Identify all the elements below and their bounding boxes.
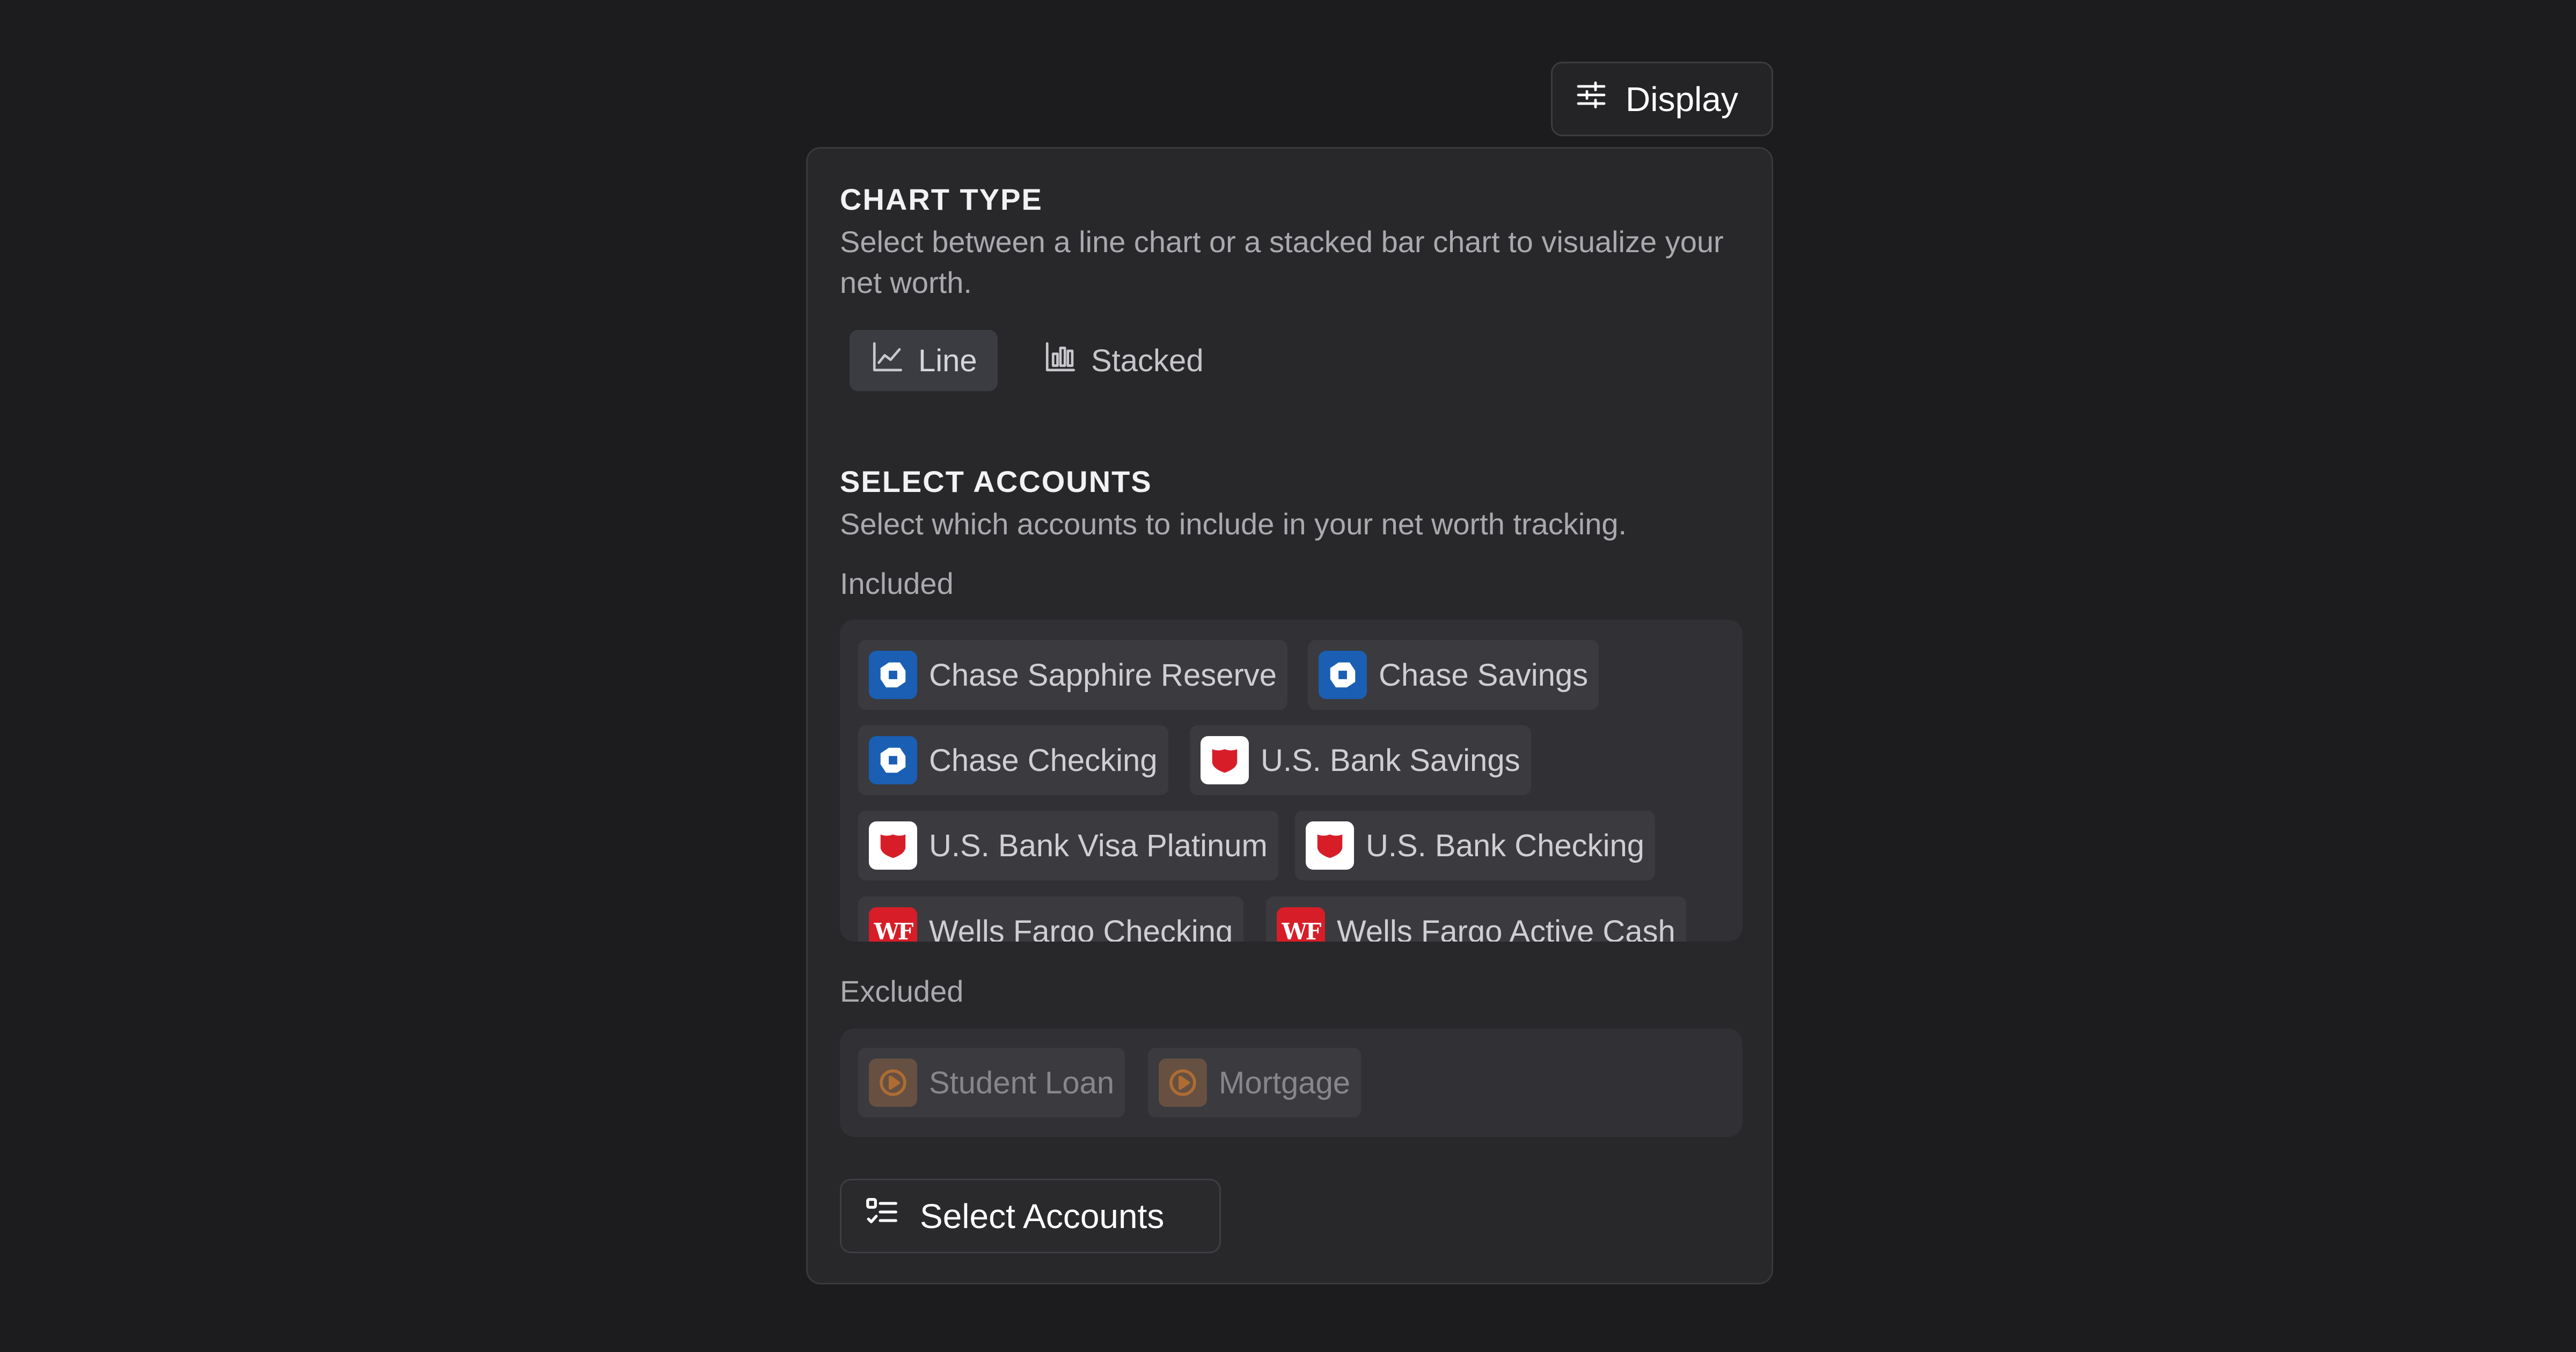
account-chip-wells-fargo-active-cash[interactable]: WF Wells Fargo Active Cash [1266,897,1686,942]
account-chip-mortgage[interactable]: Mortgage [1148,1048,1362,1118]
chart-type-line-option[interactable]: Line [850,330,998,391]
chart-type-title: CHART TYPE [840,182,1043,216]
account-chip-wells-fargo-checking[interactable]: WF Wells Fargo Checking [858,897,1244,942]
account-chip-us-bank-visa-platinum[interactable]: U.S. Bank Visa Platinum [858,811,1278,880]
included-accounts-list[interactable]: Chase Sapphire Reserve Chase Savings Cha… [840,620,1743,942]
display-button[interactable]: Display [1551,62,1773,136]
account-chip-us-bank-checking[interactable]: U.S. Bank Checking [1295,811,1656,880]
account-chip-label: Wells Fargo Active Cash [1337,914,1675,942]
page-root: Display CHART TYPE Select between a line… [0,0,2576,1352]
account-chip-label: U.S. Bank Visa Platinum [929,828,1268,863]
included-label: Included [840,567,954,600]
account-chip-label: Wells Fargo Checking [929,914,1233,942]
us-bank-shield-icon [1201,736,1249,784]
wells-fargo-logo-icon: WF [1277,907,1325,942]
select-accounts-button[interactable]: Select Accounts [840,1179,1221,1253]
wells-fargo-logo-icon: WF [869,907,917,942]
line-option-label: Line [918,343,977,378]
us-bank-shield-icon [869,821,917,870]
chart-type-description: Select between a line chart or a stacked… [840,225,1724,299]
chart-type-stacked-option[interactable]: Stacked [1022,330,1224,391]
select-accounts-title: SELECT ACCOUNTS [840,465,1152,498]
select-accounts-button-label: Select Accounts [920,1196,1165,1236]
account-chip-chase-sapphire-reserve[interactable]: Chase Sapphire Reserve [858,640,1288,710]
account-chip-us-bank-savings[interactable]: U.S. Bank Savings [1190,725,1531,795]
account-chip-chase-checking[interactable]: Chase Checking [858,725,1168,795]
stacked-option-label: Stacked [1091,343,1204,378]
account-chip-student-loan[interactable]: Student Loan [858,1048,1125,1118]
display-button-label: Display [1626,79,1738,119]
account-chip-label: Chase Checking [929,743,1158,778]
bar-chart-icon [1043,339,1078,382]
display-options-panel: CHART TYPE Select between a line chart o… [806,147,1773,1284]
play-logo-icon [869,1059,917,1107]
excluded-accounts-list[interactable]: Student Loan Mortgage [840,1028,1743,1137]
sliders-icon [1574,78,1608,120]
account-chip-label: Chase Sapphire Reserve [929,657,1277,693]
play-logo-icon [1159,1059,1207,1107]
account-chip-label: U.S. Bank Checking [1366,828,1645,863]
account-chip-label: Mortgage [1219,1065,1351,1100]
account-chip-label: Student Loan [929,1065,1115,1100]
line-chart-icon [870,339,905,382]
chase-logo-icon [1319,651,1367,699]
account-chip-label: U.S. Bank Savings [1261,743,1520,778]
us-bank-shield-icon [1306,821,1354,870]
account-chip-chase-savings[interactable]: Chase Savings [1308,640,1599,710]
chase-logo-icon [869,736,917,784]
excluded-label: Excluded [840,974,964,1008]
account-chip-label: Chase Savings [1379,657,1589,693]
chase-logo-icon [869,651,917,699]
select-accounts-description: Select which accounts to include in your… [840,507,1627,541]
checklist-icon [863,1193,901,1239]
